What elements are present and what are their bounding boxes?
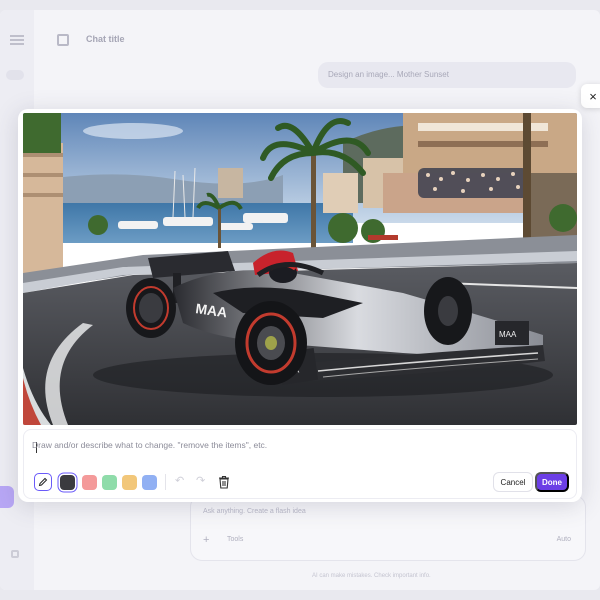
color-swatch-black[interactable]: [60, 475, 75, 490]
model-selector[interactable]: Auto: [557, 536, 571, 543]
color-swatch-yellow[interactable]: [122, 475, 137, 490]
race-car-scene: MAA HAA MAA: [23, 113, 577, 425]
close-icon: ×: [589, 88, 597, 104]
undo-icon[interactable]: ↶: [175, 474, 184, 487]
pencil-tool-button[interactable]: [34, 473, 52, 491]
image-edit-modal: MAA HAA MAA: [18, 109, 582, 502]
plus-icon[interactable]: +: [203, 534, 209, 546]
toolbar-divider: [165, 474, 166, 490]
edit-instructions-input[interactable]: [32, 440, 562, 450]
color-swatch-blue[interactable]: [142, 475, 157, 490]
toggle-icon[interactable]: [6, 70, 24, 80]
generated-image[interactable]: MAA HAA MAA: [23, 113, 577, 425]
done-button[interactable]: Done: [535, 472, 569, 492]
redo-icon[interactable]: ↷: [196, 474, 205, 487]
pencil-icon: [38, 477, 48, 487]
disclaimer-text: AI can make mistakes. Check important in…: [312, 573, 431, 579]
cancel-button[interactable]: Cancel: [493, 472, 533, 492]
color-swatch-red[interactable]: [82, 475, 97, 490]
edit-instructions-panel: ↶ ↷ Cancel Done: [23, 429, 577, 499]
color-swatch-green[interactable]: [102, 475, 117, 490]
svg-text:MAA: MAA: [499, 330, 517, 339]
menu-icon[interactable]: [10, 34, 24, 46]
chat-title: Chat title: [86, 34, 125, 44]
trash-icon[interactable]: [218, 475, 230, 489]
user-prompt-bubble: Design an image... Mother Sunset: [318, 62, 576, 88]
composer-placeholder: Ask anything. Create a flash idea: [203, 508, 306, 515]
settings-icon[interactable]: [11, 550, 19, 558]
chat-composer[interactable]: Ask anything. Create a flash idea + Tool…: [190, 495, 586, 561]
tools-button[interactable]: Tools: [227, 536, 243, 543]
close-button[interactable]: ×: [581, 84, 600, 108]
sidebar-active-indicator: [0, 486, 14, 508]
new-chat-icon[interactable]: [57, 34, 69, 46]
